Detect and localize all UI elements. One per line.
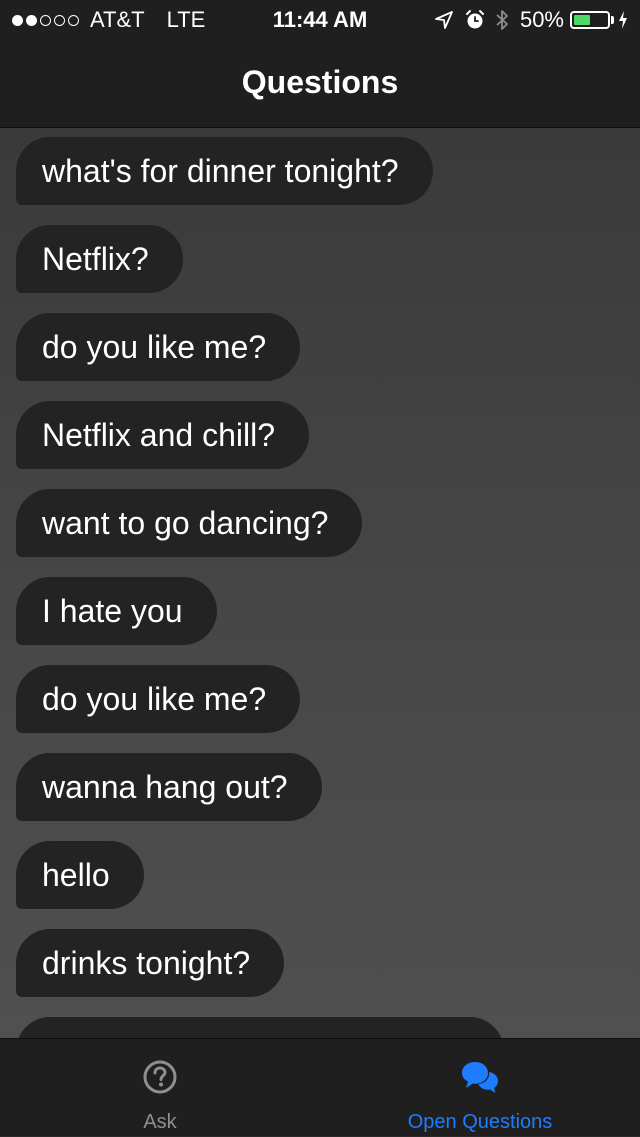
chat-bubbles-icon: [460, 1059, 500, 1100]
alarm-clock-icon: [464, 9, 486, 31]
battery-fill: [574, 15, 590, 25]
page-title: Questions: [241, 64, 399, 100]
question-bubble[interactable]: what's for dinner tonight?: [16, 137, 433, 205]
status-bar: AT&T LTE 11:44 AM 50%: [0, 0, 640, 40]
bubble-list: what's for dinner tonight? Netflix? do y…: [16, 137, 640, 1038]
bluetooth-icon: [494, 8, 510, 32]
battery-percentage: 50%: [519, 7, 564, 32]
question-circle-icon: [142, 1059, 178, 1100]
tab-ask-label: Ask: [143, 1111, 177, 1133]
tab-open-questions[interactable]: Open Questions: [320, 1039, 640, 1137]
tab-open-questions-label: Open Questions: [407, 1111, 553, 1133]
location-arrow-icon: [434, 10, 454, 30]
question-bubble[interactable]: want to go dancing?: [16, 489, 363, 557]
battery-cap: [611, 16, 614, 24]
question-bubble[interactable]: do you like me?: [16, 665, 301, 733]
battery-icon: [570, 11, 610, 29]
question-bubble[interactable]: Netflix and chill?: [16, 401, 309, 469]
status-right: 50%: [434, 6, 628, 34]
charging-bolt-icon: [618, 10, 628, 30]
question-bubble[interactable]: I hate you: [16, 577, 217, 645]
questions-list[interactable]: what's for dinner tonight? Netflix? do y…: [0, 128, 640, 1038]
navigation-bar: Questions: [0, 40, 640, 128]
question-bubble[interactable]: hello: [16, 841, 144, 909]
question-bubble[interactable]: Netflix?: [16, 225, 183, 293]
tab-ask[interactable]: Ask: [0, 1039, 320, 1137]
question-bubble[interactable]: drinks tonight?: [16, 929, 285, 997]
tab-bar: Ask Open Questions: [0, 1038, 640, 1136]
question-bubble[interactable]: do you like me?: [16, 313, 301, 381]
question-bubble[interactable]: wanna hang out?: [16, 753, 322, 821]
question-bubble-partial[interactable]: [16, 1017, 504, 1038]
